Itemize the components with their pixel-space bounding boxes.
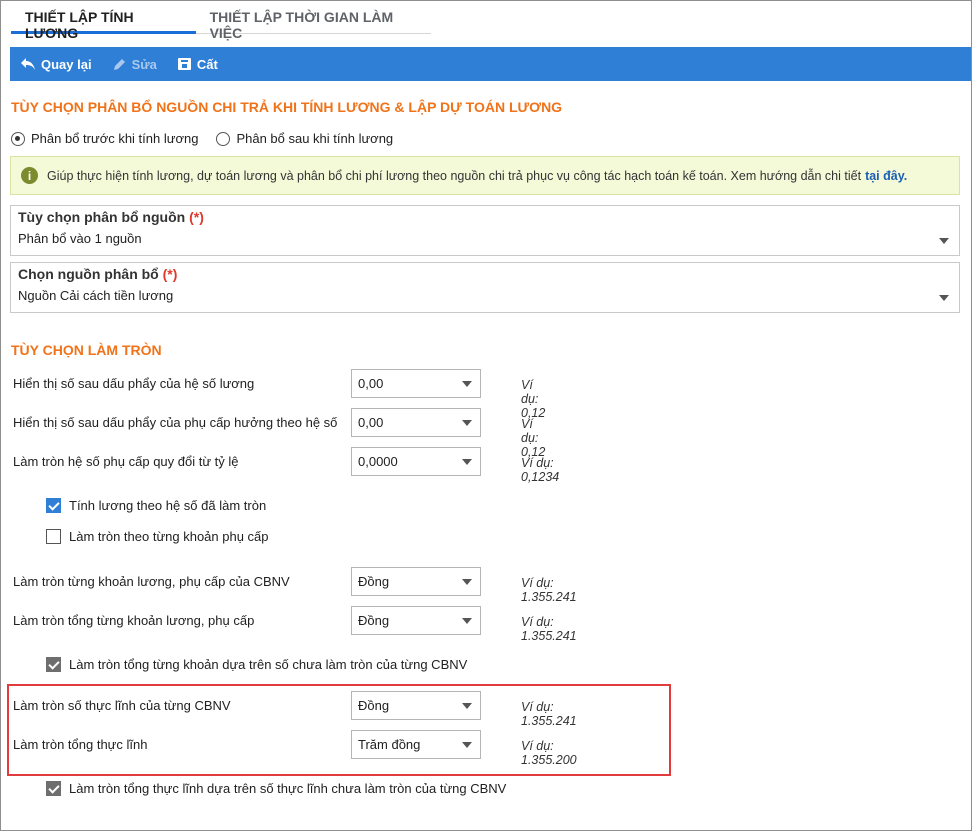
rounding-row-net-pay-each: Làm tròn số thực lĩnh của từng CBNV Đồng… (13, 691, 577, 728)
radio-allocate-before[interactable]: Phân bổ trước khi tính lương (11, 131, 198, 146)
rounding-row-allowance-coefficient: Hiển thị số sau dấu phẩy của phụ cấp hưở… (13, 408, 545, 459)
save-box-icon (177, 58, 191, 70)
checkbox-checked-icon (46, 498, 61, 513)
checkbox-salary-by-rounded-coefficient[interactable]: Tính lương theo hệ số đã làm tròn (46, 498, 266, 513)
rounding-dropdown[interactable]: 0,0000 (351, 447, 481, 476)
rounding-row-each-salary-item: Làm tròn từng khoản lương, phụ cấp của C… (13, 567, 577, 604)
chevron-down-icon (462, 703, 472, 709)
checkbox-label: Làm tròn tổng từng khoản dựa trên số chư… (69, 657, 468, 672)
chevron-down-icon (462, 618, 472, 624)
rounding-example: Ví dụ: 0,1234 (521, 456, 560, 484)
radio-checked-icon (11, 131, 25, 146)
checkbox-label: Tính lương theo hệ số đã làm tròn (69, 498, 267, 513)
checkbox-label: Làm tròn theo từng khoản phụ cấp (69, 529, 269, 544)
save-button-label: Cất (196, 56, 218, 72)
rounding-dropdown-value: Trăm đồng (358, 737, 421, 752)
rounding-row-converted-allowance: Làm tròn hệ số phụ cấp quy đổi từ tỷ lệ … (13, 447, 559, 484)
checkbox-label: Làm tròn tổng thực lĩnh dựa trên số thực… (69, 781, 507, 796)
rounding-example: Ví dụ: 1.355.241 (521, 700, 577, 728)
checkbox-checked-disabled-icon (46, 657, 61, 672)
source-label: Chọn nguồn phân bổ (18, 266, 159, 282)
checkbox-checked-disabled-icon (46, 781, 61, 796)
source-value: Nguồn Cải cách tiền lương (18, 288, 174, 303)
rounding-dropdown-value: Đồng (358, 613, 390, 628)
rounding-dropdown[interactable]: Trăm đồng (351, 730, 481, 759)
source-select[interactable]: Chọn nguồn phân bổ (*) Nguồn Cải cách ti… (10, 262, 960, 313)
rounding-dropdown[interactable]: 0,00 (351, 369, 481, 398)
rounding-row-label: Làm tròn tổng thực lĩnh (13, 737, 148, 752)
chevron-down-icon (462, 742, 472, 748)
checkbox-round-total-net-by-unrounded[interactable]: Làm tròn tổng thực lĩnh dựa trên số thực… (46, 781, 506, 796)
source-option-select[interactable]: Tùy chọn phân bổ nguồn (*) Phân bổ vào 1… (10, 205, 960, 256)
rounding-dropdown[interactable]: Đồng (351, 691, 481, 720)
rounding-dropdown[interactable]: Đồng (351, 606, 481, 635)
rounding-dropdown-value: 0,00 (358, 376, 384, 391)
rounding-dropdown-value: Đồng (358, 574, 390, 589)
rounding-row-label: Làm tròn từng khoản lương, phụ cấp của C… (13, 574, 290, 589)
rounding-dropdown-value: 0,00 (358, 415, 384, 430)
rounding-dropdown-value: 0,0000 (358, 454, 398, 469)
tab-salary-settings[interactable]: THIẾT LẬP TÍNH LƯƠNG (11, 1, 196, 41)
back-button[interactable]: Quay lại (20, 57, 92, 72)
chevron-down-icon (939, 295, 949, 301)
rounding-dropdown[interactable]: 0,00 (351, 408, 481, 437)
info-text: Giúp thực hiện tính lương, dự toán lương… (47, 168, 862, 183)
toolbar: Quay lại Sửa Cất (10, 47, 971, 81)
info-banner: i Giúp thực hiện tính lương, dự toán lươ… (10, 156, 960, 195)
back-arrow-icon (21, 58, 35, 70)
source-option-label: Tùy chọn phân bổ nguồn (18, 209, 186, 225)
info-icon: i (21, 167, 38, 184)
radio-allocate-after-label: Phân bổ sau khi tính lương (236, 131, 394, 146)
rounding-example: Ví dụ: 1.355.200 (521, 739, 577, 767)
required-mark: (*) (162, 266, 178, 282)
pencil-icon (113, 58, 125, 70)
chevron-down-icon (939, 238, 949, 244)
rounding-example: Ví dụ: 0,12 (521, 417, 546, 459)
checkbox-round-each-allowance[interactable]: Làm tròn theo từng khoản phụ cấp (46, 529, 269, 544)
rounding-dropdown-value: Đồng (358, 698, 390, 713)
rounding-row-label: Làm tròn hệ số phụ cấp quy đổi từ tỷ lệ (13, 454, 239, 469)
rounding-row-label: Làm tròn tổng từng khoản lương, phụ cấp (13, 613, 255, 628)
rounding-example: Ví dụ: 1.355.241 (521, 615, 577, 643)
rounding-row-total-salary-items: Làm tròn tổng từng khoản lương, phụ cấp … (13, 606, 577, 643)
rounding-row-label: Hiển thị số sau dấu phẩy của hệ số lương (13, 376, 255, 391)
source-option-value: Phân bổ vào 1 nguồn (18, 231, 142, 246)
chevron-down-icon (462, 459, 472, 465)
tab-bar: THIẾT LẬP TÍNH LƯƠNG THIẾT LẬP THỜI GIAN… (11, 1, 431, 41)
checkbox-round-total-by-unrounded[interactable]: Làm tròn tổng từng khoản dựa trên số chư… (46, 657, 467, 672)
allocation-radio-group: Phân bổ trước khi tính lương Phân bổ sau… (11, 131, 411, 146)
rounding-example: Ví dụ: 0,12 (521, 378, 546, 420)
rounding-row-total-net-pay: Làm tròn tổng thực lĩnh Trăm đồng Ví dụ:… (13, 730, 577, 767)
radio-allocate-before-label: Phân bổ trước khi tính lương (31, 131, 199, 146)
radio-allocate-after[interactable]: Phân bổ sau khi tính lương (216, 131, 393, 146)
rounding-dropdown[interactable]: Đồng (351, 567, 481, 596)
chevron-down-icon (462, 420, 472, 426)
rounding-row-salary-coefficient: Hiển thị số sau dấu phẩy của hệ số lương… (13, 369, 545, 420)
tab-working-time-settings[interactable]: THIẾT LẬP THỜI GIAN LÀM VIỆC (196, 1, 431, 41)
info-guide-link[interactable]: tại đây. (865, 169, 907, 183)
source-label-row: Chọn nguồn phân bổ (*) (18, 266, 952, 282)
edit-button[interactable]: Sửa (112, 57, 157, 72)
chevron-down-icon (462, 381, 472, 387)
rounding-example: Ví dụ: 1.355.241 (521, 576, 577, 604)
chevron-down-icon (462, 579, 472, 585)
back-button-label: Quay lại (41, 56, 92, 72)
rounding-row-label: Hiển thị số sau dấu phẩy của phụ cấp hưở… (13, 415, 338, 430)
edit-button-label: Sửa (131, 56, 157, 72)
save-button[interactable]: Cất (177, 57, 218, 72)
required-mark: (*) (189, 209, 204, 225)
allocation-section-title: TÙY CHỌN PHÂN BỔ NGUỒN CHI TRẢ KHI TÍNH … (11, 99, 563, 115)
rounding-row-label: Làm tròn số thực lĩnh của từng CBNV (13, 698, 231, 713)
checkbox-unchecked-icon (46, 529, 61, 544)
rounding-section-title: TÙY CHỌN LÀM TRÒN (11, 342, 162, 358)
radio-unchecked-icon (216, 131, 231, 146)
source-option-label-row: Tùy chọn phân bổ nguồn (*) (18, 209, 952, 225)
settings-panel: THIẾT LẬP TÍNH LƯƠNG THIẾT LẬP THỜI GIAN… (0, 0, 972, 831)
